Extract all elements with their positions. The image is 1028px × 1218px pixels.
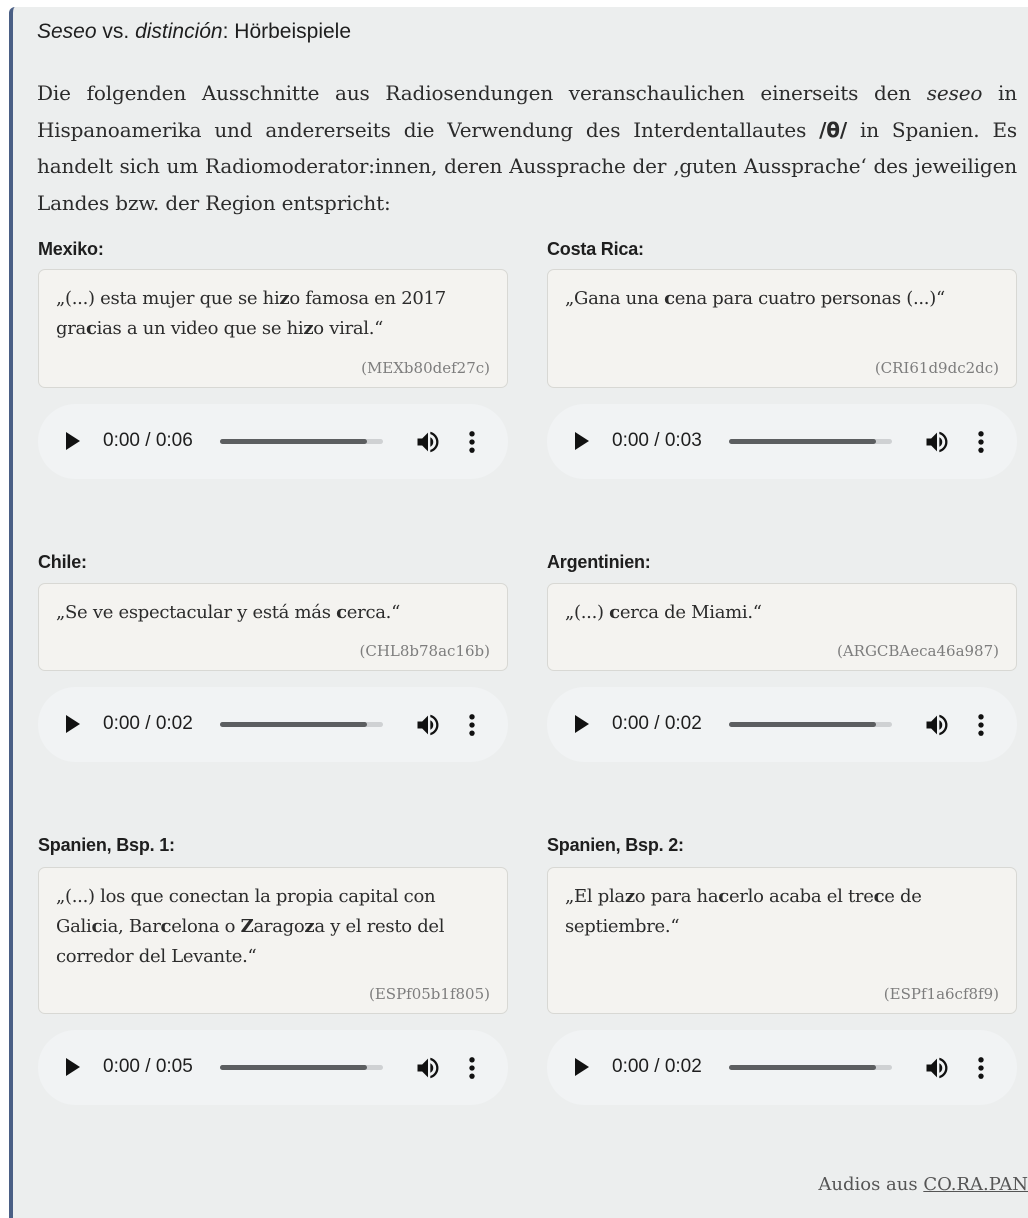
progress-track[interactable] — [729, 722, 892, 727]
footer-prefix: Audios aus — [818, 1174, 924, 1195]
volume-icon[interactable] — [414, 711, 442, 739]
progress-fill — [220, 722, 367, 727]
audio-player[interactable]: 0:00 / 0:02 — [547, 1030, 1017, 1105]
region-label: Costa Rica: — [547, 239, 644, 259]
play-icon[interactable] — [575, 432, 589, 450]
time-display: 0:00 / 0:02 — [612, 713, 702, 734]
example-mexiko: Mexiko: „(...) esta mujer que se hizo fa… — [38, 237, 508, 479]
region-label: Spanien, Bsp. 1: — [38, 835, 175, 855]
region-label: Chile: — [38, 552, 87, 572]
example-costa-rica: Costa Rica: „Gana una cena para cuatro p… — [547, 237, 1017, 479]
time-display: 0:00 / 0:03 — [612, 430, 702, 451]
hoerbeispiele-card: Seseo vs. distinción: Hörbeispiele Die f… — [9, 7, 1028, 1218]
quote-source-id: (MEXb80def27c) — [361, 359, 490, 377]
phoneme-theta: /θ/ — [819, 117, 848, 142]
audio-player[interactable]: 0:00 / 0:05 — [38, 1030, 508, 1105]
example-chile: Chile: „Se ve espectacular y está más ce… — [38, 550, 508, 762]
more-options-icon[interactable] — [973, 1054, 989, 1082]
title-vs: vs. — [96, 20, 136, 43]
time-display: 0:00 / 0:05 — [103, 1056, 193, 1077]
example-spanien-1: Spanien, Bsp. 1: „(...) los que conectan… — [38, 833, 508, 1105]
source-footer: Audios aus CO.RA.PAN — [628, 1174, 1028, 1195]
progress-fill — [729, 722, 876, 727]
audio-player[interactable]: 0:00 / 0:02 — [38, 687, 508, 762]
play-icon[interactable] — [575, 1058, 589, 1076]
volume-icon[interactable] — [923, 711, 951, 739]
quote-text: „Gana una cena para cuatro personas (...… — [565, 288, 945, 309]
quote-source-id: (CRI61d9dc2dc) — [874, 359, 999, 377]
quote-text: „Se ve espectacular y está más cerca.“ — [56, 602, 400, 623]
progress-fill — [220, 1065, 367, 1070]
example-spanien-2: Spanien, Bsp. 2: „El plazo para hacerlo … — [547, 833, 1017, 1105]
quote-text: „(...) cerca de Miami.“ — [565, 602, 762, 623]
title-distincion: distinción — [135, 20, 223, 43]
region-label: Mexiko: — [38, 239, 104, 259]
card-title: Seseo vs. distinción: Hörbeispiele — [37, 15, 351, 49]
quote-box: „Gana una cena para cuatro personas (...… — [547, 269, 1017, 388]
more-options-icon[interactable] — [973, 428, 989, 456]
volume-icon[interactable] — [923, 428, 951, 456]
time-display: 0:00 / 0:02 — [612, 1056, 702, 1077]
progress-fill — [729, 439, 876, 444]
audio-player[interactable]: 0:00 / 0:02 — [547, 687, 1017, 762]
example-argentinien: Argentinien: „(...) cerca de Miami.“ (AR… — [547, 550, 1017, 762]
title-seseo: Seseo — [37, 20, 97, 43]
play-icon[interactable] — [575, 715, 589, 733]
progress-track[interactable] — [220, 722, 383, 727]
audio-player[interactable]: 0:00 / 0:03 — [547, 404, 1017, 479]
quote-box: „(...) los que conectan la propia capita… — [38, 867, 508, 1014]
play-icon[interactable] — [66, 1058, 80, 1076]
progress-track[interactable] — [220, 439, 383, 444]
volume-icon[interactable] — [414, 1054, 442, 1082]
volume-icon[interactable] — [923, 1054, 951, 1082]
volume-icon[interactable] — [414, 428, 442, 456]
quote-source-id: (CHL8b78ac16b) — [359, 642, 491, 660]
quote-box: „El plazo para hacerlo acaba el trece de… — [547, 867, 1017, 1014]
quote-box: „(...) esta mujer que se hizo famosa en … — [38, 269, 508, 388]
play-icon[interactable] — [66, 715, 80, 733]
region-label: Argentinien: — [547, 552, 651, 572]
quote-box: „(...) cerca de Miami.“ (ARGCBAeca46a987… — [547, 583, 1017, 671]
time-display: 0:00 / 0:06 — [103, 430, 193, 451]
quote-box: „Se ve espectacular y está más cerca.“ (… — [38, 583, 508, 671]
more-options-icon[interactable] — [464, 1054, 480, 1082]
quote-source-id: (ESPf05b1f805) — [369, 985, 490, 1003]
progress-fill — [729, 1065, 876, 1070]
progress-track[interactable] — [729, 1065, 892, 1070]
play-icon[interactable] — [66, 432, 80, 450]
progress-fill — [220, 439, 367, 444]
intro-paragraph: Die folgenden Ausschnitte aus Radiosendu… — [37, 81, 1018, 215]
more-options-icon[interactable] — [973, 711, 989, 739]
progress-track[interactable] — [729, 439, 892, 444]
audio-player[interactable]: 0:00 / 0:06 — [38, 404, 508, 479]
corapan-link[interactable]: CO.RA.PAN — [923, 1174, 1028, 1195]
quote-source-id: (ESPf1a6cf8f9) — [883, 985, 999, 1003]
quote-text: „(...) esta mujer que se hizo famosa en … — [56, 288, 446, 339]
quote-text: „El plazo para hacerlo acaba el trece de… — [565, 886, 922, 937]
region-label: Spanien, Bsp. 2: — [547, 835, 684, 855]
quote-source-id: (ARGCBAeca46a987) — [836, 642, 999, 660]
title-rest: : Hörbeispiele — [222, 20, 352, 43]
more-options-icon[interactable] — [464, 711, 480, 739]
time-display: 0:00 / 0:02 — [103, 713, 193, 734]
more-options-icon[interactable] — [464, 428, 480, 456]
progress-track[interactable] — [220, 1065, 383, 1070]
quote-text: „(...) los que conectan la propia capita… — [56, 886, 445, 967]
